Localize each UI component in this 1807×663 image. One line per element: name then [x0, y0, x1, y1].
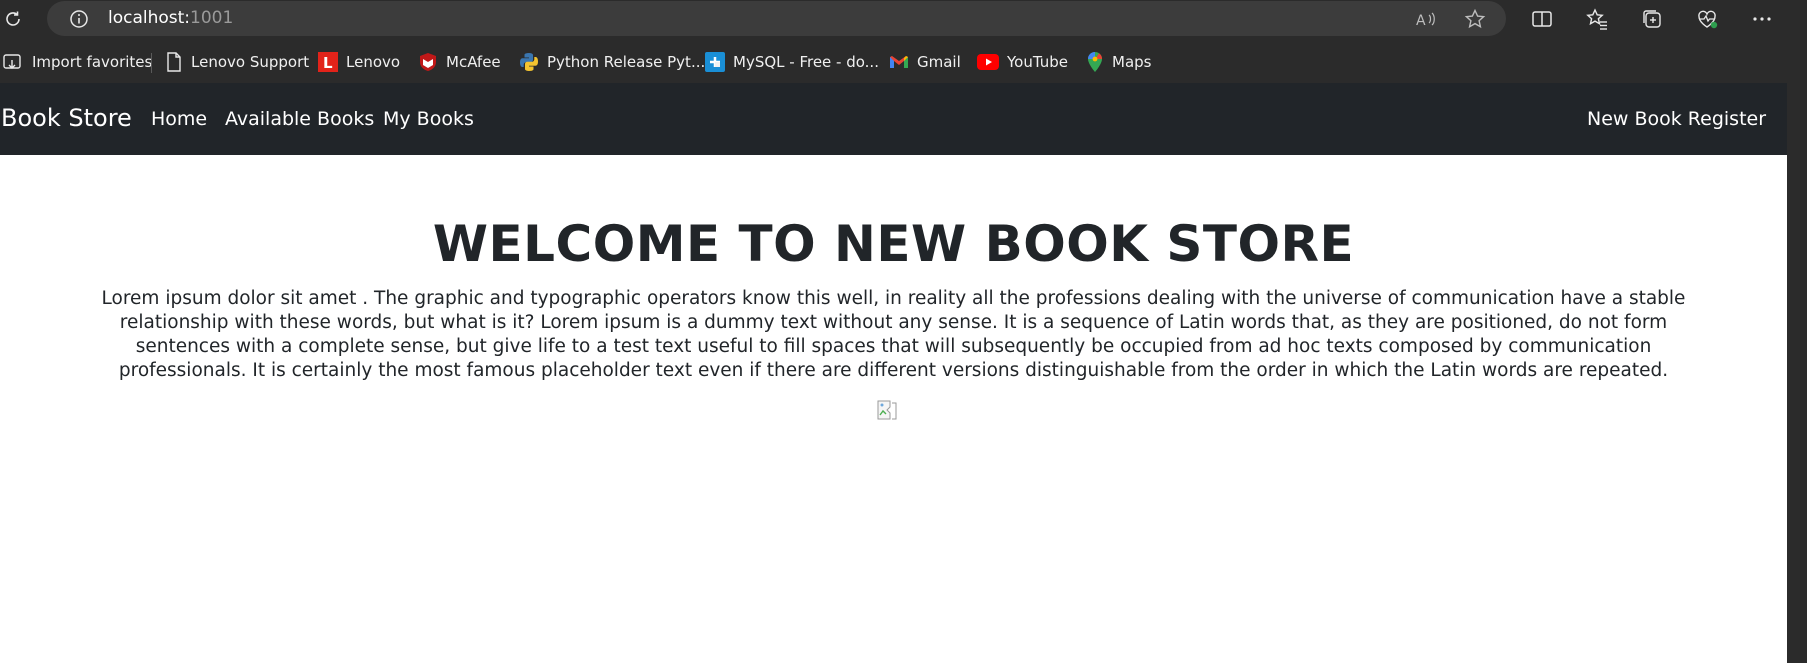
nav-new-book-register[interactable]: New Book Register: [1587, 108, 1766, 130]
favorite-import-favorites[interactable]: Import favorites: [2, 51, 152, 73]
collections-icon[interactable]: [1640, 7, 1664, 31]
favorite-label: YouTube: [1007, 53, 1068, 71]
favorite-python[interactable]: Python Release Pyt...: [519, 51, 705, 73]
browser-essentials-icon[interactable]: [1695, 7, 1719, 31]
svg-text:L: L: [323, 54, 333, 72]
favorite-mysql[interactable]: MySQL - Free - do...: [705, 51, 879, 73]
favorite-lenovo[interactable]: L Lenovo: [318, 51, 400, 73]
brand-link[interactable]: Book Store: [1, 104, 132, 132]
site-info-icon[interactable]: [68, 8, 90, 30]
favorite-lenovo-support[interactable]: Lenovo Support: [165, 51, 309, 73]
hero-title: WELCOME TO NEW BOOK STORE: [432, 215, 1355, 273]
mysql-icon: [705, 52, 725, 72]
favorite-youtube[interactable]: YouTube: [977, 51, 1068, 73]
svg-text:A: A: [1416, 13, 1426, 29]
read-aloud-icon[interactable]: A: [1415, 8, 1437, 30]
url-port: 1001: [190, 8, 234, 28]
favorite-label: McAfee: [446, 53, 501, 71]
nav-my-books[interactable]: My Books: [383, 108, 474, 130]
browser-chrome: localhost:1001 A Import favorites Lenovo…: [0, 0, 1807, 83]
favorite-label: Lenovo: [346, 53, 401, 71]
favorite-mcafee[interactable]: McAfee: [418, 51, 501, 73]
address-row: localhost:1001 A: [0, 0, 1807, 38]
web-page: Book Store Home Available Books My Books…: [0, 83, 1787, 663]
import-icon: [3, 54, 21, 69]
favorite-gmail[interactable]: Gmail: [889, 51, 961, 73]
python-icon: [520, 53, 538, 71]
favorite-maps[interactable]: Maps: [1086, 51, 1151, 73]
hero-text: Lorem ipsum dolor sit amet . The graphic…: [101, 288, 1686, 381]
url-host: localhost:: [108, 8, 191, 28]
mcafee-icon: [420, 53, 436, 71]
page-icon: [167, 52, 181, 72]
favorite-label: MySQL - Free - do...: [733, 53, 879, 71]
broken-image-icon: [876, 399, 898, 421]
address-bar[interactable]: [47, 1, 1506, 36]
reload-icon[interactable]: [2, 8, 24, 30]
favorites-divider: [151, 53, 152, 73]
gmail-icon: [890, 56, 908, 68]
more-options-icon[interactable]: [1750, 7, 1774, 31]
nav-home[interactable]: Home: [151, 108, 207, 130]
right-side-rail: [1787, 83, 1807, 663]
nav-available-books[interactable]: Available Books: [225, 108, 374, 130]
favorite-label: Lenovo Support: [191, 53, 310, 71]
favorites-icon[interactable]: [1585, 7, 1609, 31]
split-screen-icon[interactable]: [1530, 7, 1554, 31]
favorite-label: Gmail: [917, 53, 961, 71]
youtube-icon: [977, 54, 999, 70]
favorite-star-icon[interactable]: [1464, 8, 1486, 30]
site-navbar: Book Store Home Available Books My Books…: [0, 83, 1787, 155]
favorite-label: Maps: [1112, 53, 1152, 71]
favorite-label: Import favorites: [32, 53, 153, 71]
favorites-bar: Import favorites Lenovo Support L Lenovo…: [0, 44, 1807, 78]
favorite-label: Python Release Pyt...: [547, 53, 706, 71]
url-text[interactable]: localhost:1001: [108, 8, 233, 28]
lenovo-icon: L: [318, 52, 338, 72]
maps-icon: [1088, 52, 1103, 72]
